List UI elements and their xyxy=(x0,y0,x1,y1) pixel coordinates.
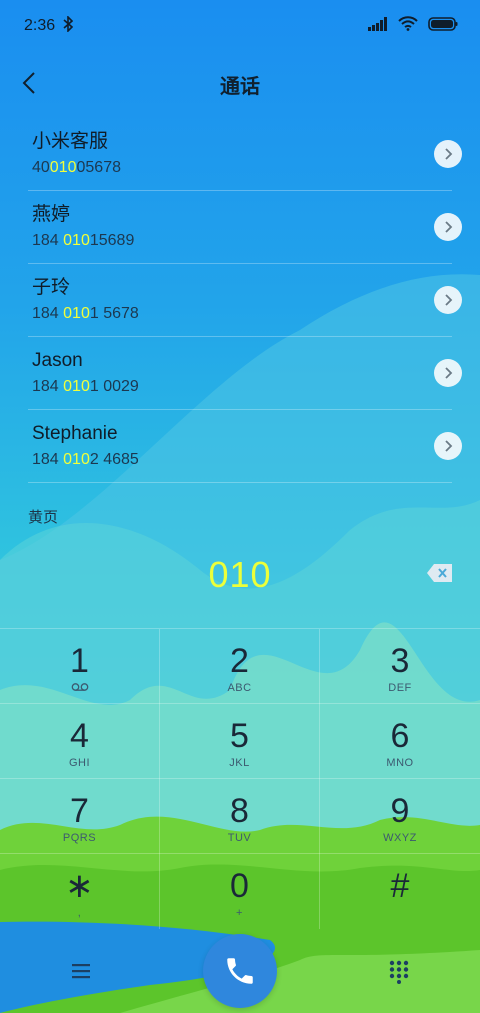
dialpad: 1 2 ABC 3 DEF 4 GHI 5 JKL 6 MNO 7 PQRS 8… xyxy=(0,628,480,929)
dialpad-icon[interactable] xyxy=(387,960,411,984)
key-digit: 7 xyxy=(70,792,89,830)
key-digit: 2 xyxy=(230,642,249,680)
dialpad-row: 4 GHI 5 JKL 6 MNO xyxy=(0,703,480,779)
page-title: 通话 xyxy=(220,75,260,98)
key-digit: 5 xyxy=(230,717,249,755)
bottom-action-bar xyxy=(0,930,480,1013)
contact-row[interactable]: 燕婷 184 01015689 xyxy=(28,191,462,264)
key-digit: 1 xyxy=(70,642,89,680)
key-letters: , xyxy=(77,907,82,919)
contact-number: 4001005678 xyxy=(32,159,121,176)
chevron-right-icon xyxy=(445,221,453,233)
key-4[interactable]: 4 GHI xyxy=(0,704,160,779)
chevron-right-icon xyxy=(445,294,453,306)
key-letters: MNO xyxy=(386,757,414,769)
key-letters: JKL xyxy=(229,757,250,769)
key-letters: DEF xyxy=(388,682,412,694)
status-time: 2:36 xyxy=(24,17,56,34)
key-letters: GHI xyxy=(68,757,91,769)
yellow-pages-section-label: 黄页 xyxy=(28,509,59,526)
key-9[interactable]: 9 WXYZ xyxy=(320,779,480,854)
menu-icon[interactable] xyxy=(66,960,96,982)
key-letters: + xyxy=(236,907,243,919)
voicemail-icon xyxy=(71,682,89,694)
contact-detail-button[interactable] xyxy=(434,286,462,314)
contact-name: 小米客服 xyxy=(32,131,109,152)
signal-icon xyxy=(368,16,388,36)
wifi-icon xyxy=(398,16,418,36)
key-digit: 8 xyxy=(230,792,249,830)
key-2[interactable]: 2 ABC xyxy=(160,629,320,704)
key-0[interactable]: 0 + xyxy=(160,854,320,929)
backspace-icon[interactable] xyxy=(426,563,454,583)
key-3[interactable]: 3 DEF xyxy=(320,629,480,704)
contact-number: 184 0101 5678 xyxy=(32,305,139,322)
contact-list: 小米客服 4001005678 燕婷 184 01015689 子玲 184 0… xyxy=(28,118,462,483)
key-letters: ABC xyxy=(227,682,252,694)
contact-number: 184 0101 0029 xyxy=(32,378,139,395)
back-arrow-icon[interactable] xyxy=(14,68,44,98)
key-digit: ∗ xyxy=(65,867,94,905)
contact-detail-button[interactable] xyxy=(434,359,462,387)
key-digit: 9 xyxy=(390,792,410,830)
key-5[interactable]: 5 JKL xyxy=(160,704,320,779)
key-7[interactable]: 7 PQRS xyxy=(0,779,160,854)
phone-icon xyxy=(227,958,253,984)
key-digit: 4 xyxy=(70,717,89,755)
contact-detail-button[interactable] xyxy=(434,432,462,460)
key-digit: 6 xyxy=(390,717,410,755)
dial-input-area: 010 xyxy=(0,534,480,626)
key-1[interactable]: 1 xyxy=(0,629,160,704)
key-star[interactable]: ∗ , xyxy=(0,854,160,929)
contact-name: 燕婷 xyxy=(32,204,71,225)
key-hash[interactable]: # xyxy=(320,854,480,929)
key-digit: 3 xyxy=(390,642,410,680)
contact-detail-button[interactable] xyxy=(434,140,462,168)
contact-row[interactable]: 小米客服 4001005678 xyxy=(28,118,462,191)
key-6[interactable]: 6 MNO xyxy=(320,704,480,779)
battery-icon xyxy=(428,16,458,36)
contact-row[interactable]: Jason 184 0101 0029 xyxy=(28,337,462,410)
bluetooth-icon xyxy=(63,14,74,37)
contact-name: Jason xyxy=(32,350,83,371)
chevron-right-icon xyxy=(445,367,453,379)
contact-name: Stephanie xyxy=(32,423,118,444)
key-letters: WXYZ xyxy=(383,832,417,844)
dialpad-row: ∗ , 0 + # xyxy=(0,853,480,929)
key-8[interactable]: 8 TUV xyxy=(160,779,320,854)
dialpad-row: 7 PQRS 8 TUV 9 WXYZ xyxy=(0,778,480,854)
key-digit: 0 xyxy=(230,867,249,905)
dialed-number: 010 xyxy=(208,554,272,595)
dialpad-row: 1 2 ABC 3 DEF xyxy=(0,628,480,704)
contact-number: 184 01015689 xyxy=(32,232,135,249)
key-digit: # xyxy=(390,867,410,905)
contact-detail-button[interactable] xyxy=(434,213,462,241)
contact-row[interactable]: 子玲 184 0101 5678 xyxy=(28,264,462,337)
key-letters: PQRS xyxy=(62,832,97,844)
status-bar: 2:36 xyxy=(0,0,480,52)
contact-row[interactable]: Stephanie 184 0102 4685 xyxy=(28,410,462,483)
header: 通话 xyxy=(0,56,480,112)
chevron-right-icon xyxy=(445,148,453,160)
chevron-right-icon xyxy=(445,440,453,452)
contact-number: 184 0102 4685 xyxy=(32,451,139,468)
contact-name: 子玲 xyxy=(32,277,71,298)
call-button[interactable] xyxy=(203,934,277,1008)
key-letters: TUV xyxy=(227,832,252,844)
